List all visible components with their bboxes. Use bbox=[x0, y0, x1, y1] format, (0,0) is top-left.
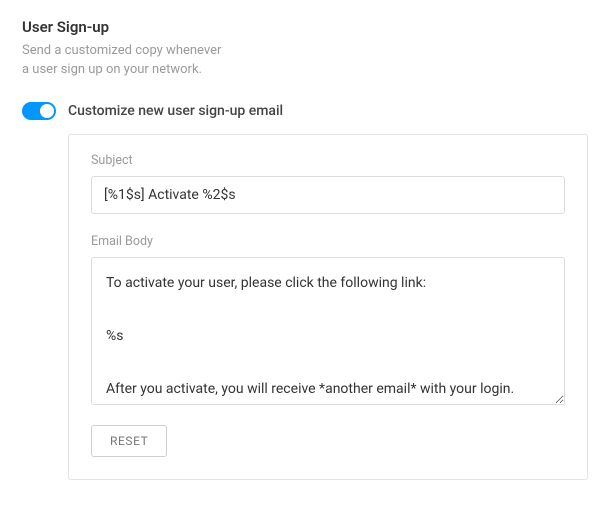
section-description: Send a customized copy whenever a user s… bbox=[22, 42, 588, 80]
customize-toggle-row: Customize new user sign-up email bbox=[22, 102, 588, 120]
email-settings-panel: Subject Email Body RESET bbox=[68, 134, 588, 480]
customize-toggle[interactable] bbox=[22, 102, 56, 120]
section-header: User Sign-up Send a customized copy when… bbox=[22, 18, 588, 80]
customize-toggle-label: Customize new user sign-up email bbox=[68, 103, 283, 119]
section-title: User Sign-up bbox=[22, 18, 588, 36]
toggle-knob-icon bbox=[40, 104, 54, 118]
subject-input[interactable] bbox=[91, 176, 565, 214]
subject-label: Subject bbox=[91, 153, 565, 168]
email-body-textarea[interactable] bbox=[91, 257, 565, 405]
reset-button[interactable]: RESET bbox=[91, 425, 167, 457]
email-body-label: Email Body bbox=[91, 234, 565, 249]
